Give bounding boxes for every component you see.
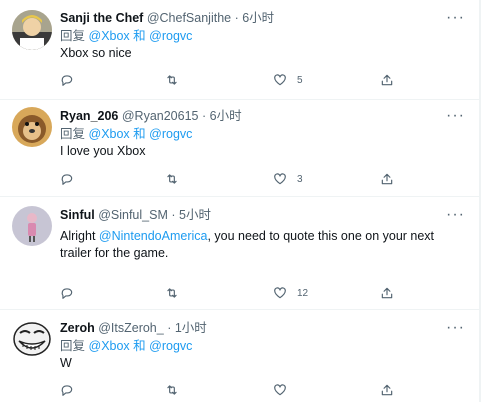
like-icon bbox=[274, 74, 286, 86]
like-button[interactable]: 12 bbox=[273, 285, 308, 301]
like-icon bbox=[274, 173, 286, 185]
share-button[interactable] bbox=[380, 72, 394, 88]
reply-prefix: 回复 bbox=[60, 127, 86, 141]
like-count: 12 bbox=[297, 287, 309, 299]
like-button[interactable]: 3 bbox=[273, 171, 303, 187]
mention-link[interactable]: @NintendoAmerica bbox=[99, 229, 208, 243]
action-bar: 5 bbox=[60, 72, 420, 88]
tweet-4[interactable]: Zeroh @ItsZeroh_ · 1小时 回复 @Xbox 和 @rogvc… bbox=[0, 310, 479, 402]
share-icon bbox=[381, 287, 393, 299]
avatar[interactable] bbox=[12, 107, 52, 147]
reply-icon bbox=[61, 174, 73, 185]
action-bar bbox=[60, 382, 420, 398]
like-button[interactable] bbox=[273, 382, 297, 398]
action-bar: 12 bbox=[60, 285, 420, 301]
share-icon bbox=[381, 74, 393, 86]
tweet-header: Sinful @Sinful_SM · 5小时 bbox=[60, 207, 467, 223]
reply-and: 和 bbox=[133, 127, 146, 141]
user-handle[interactable]: @Sinful_SM bbox=[98, 208, 168, 222]
action-bar: 3 bbox=[60, 171, 420, 187]
avatar[interactable] bbox=[12, 319, 52, 359]
mention-link[interactable]: @Xbox bbox=[89, 339, 130, 353]
reply-context: 回复 @Xbox 和 @rogvc bbox=[60, 126, 467, 142]
avatar-image bbox=[12, 319, 52, 359]
like-button[interactable]: 5 bbox=[273, 72, 303, 88]
separator-dot: · bbox=[171, 208, 176, 222]
mention-link[interactable]: @Xbox bbox=[89, 29, 130, 43]
retweet-icon bbox=[167, 385, 177, 395]
mention-link[interactable]: @Xbox bbox=[89, 127, 130, 141]
display-name[interactable]: Sanji the Chef bbox=[60, 11, 143, 25]
reply-button[interactable] bbox=[60, 382, 74, 398]
share-icon bbox=[381, 384, 393, 396]
share-button[interactable] bbox=[380, 171, 394, 187]
retweet-button[interactable] bbox=[165, 285, 179, 301]
tweet-text: Xbox so nice bbox=[60, 46, 132, 60]
share-button[interactable] bbox=[380, 285, 394, 301]
mention-link[interactable]: @rogvc bbox=[149, 127, 192, 141]
timestamp[interactable]: 6小时 bbox=[242, 11, 274, 25]
share-button[interactable] bbox=[380, 382, 394, 398]
avatar-image bbox=[12, 206, 52, 246]
tweet-text-prefix: Alright bbox=[60, 229, 99, 243]
like-count: 5 bbox=[297, 74, 303, 86]
retweet-button[interactable] bbox=[165, 171, 179, 187]
reply-icon bbox=[61, 75, 73, 86]
more-icon[interactable]: ··· bbox=[446, 320, 465, 336]
mention-link[interactable]: @rogvc bbox=[149, 29, 192, 43]
tweet-header: Zeroh @ItsZeroh_ · 1小时 bbox=[60, 320, 467, 336]
more-icon[interactable]: ··· bbox=[446, 10, 465, 26]
tweet-header: Sanji the Chef @ChefSanjithe · 6小时 bbox=[60, 10, 467, 26]
separator-dot: · bbox=[167, 321, 172, 335]
like-count: 3 bbox=[297, 173, 303, 185]
reply-icon bbox=[61, 385, 73, 396]
separator-dot: · bbox=[201, 109, 207, 123]
avatar-image bbox=[12, 107, 52, 147]
like-icon bbox=[274, 287, 286, 299]
display-name[interactable]: Sinful bbox=[60, 208, 95, 222]
timestamp[interactable]: 5小时 bbox=[179, 208, 211, 222]
tweet-header: Ryan_206 @Ryan20615 · 6小时 bbox=[60, 108, 467, 124]
share-icon bbox=[381, 173, 393, 185]
retweet-button[interactable] bbox=[165, 72, 179, 88]
reply-and: 和 bbox=[133, 29, 146, 43]
reply-button[interactable] bbox=[60, 72, 74, 88]
retweet-icon bbox=[167, 288, 177, 298]
reply-context: 回复 @Xbox 和 @rogvc bbox=[60, 28, 467, 44]
reply-context: 回复 @Xbox 和 @rogvc bbox=[60, 338, 467, 354]
tweet-2[interactable]: Ryan_206 @Ryan20615 · 6小时 回复 @Xbox 和 @ro… bbox=[0, 100, 479, 197]
reply-and: 和 bbox=[133, 339, 146, 353]
avatar[interactable] bbox=[12, 206, 52, 246]
reply-button[interactable] bbox=[60, 171, 74, 187]
tweet-text: I love you Xbox bbox=[60, 144, 146, 158]
retweet-icon bbox=[167, 75, 177, 85]
avatar-image bbox=[12, 10, 52, 50]
reply-prefix: 回复 bbox=[60, 339, 86, 353]
tweet-text: W bbox=[60, 356, 72, 370]
reply-button[interactable] bbox=[60, 285, 74, 301]
tweet-3[interactable]: Sinful @Sinful_SM · 5小时 Alright @Nintend… bbox=[0, 197, 479, 310]
avatar[interactable] bbox=[12, 10, 52, 50]
user-handle[interactable]: @ItsZeroh_ bbox=[98, 321, 164, 335]
user-handle[interactable]: @ChefSanjithe bbox=[147, 11, 231, 25]
tweet-1[interactable]: Sanji the Chef @ChefSanjithe · 6小时 回复 @X… bbox=[0, 0, 479, 100]
reply-icon bbox=[61, 288, 73, 299]
display-name[interactable]: Zeroh bbox=[60, 321, 95, 335]
reply-prefix: 回复 bbox=[60, 29, 86, 43]
mention-link[interactable]: @rogvc bbox=[149, 339, 192, 353]
retweet-button[interactable] bbox=[165, 382, 179, 398]
timestamp[interactable]: 1小时 bbox=[175, 321, 207, 335]
more-icon[interactable]: ··· bbox=[446, 207, 465, 223]
like-icon bbox=[274, 384, 286, 396]
display-name[interactable]: Ryan_206 bbox=[60, 109, 118, 123]
more-icon[interactable]: ··· bbox=[446, 108, 465, 124]
timestamp[interactable]: 6小时 bbox=[210, 109, 242, 123]
retweet-icon bbox=[167, 174, 177, 184]
user-handle[interactable]: @Ryan20615 bbox=[122, 109, 199, 123]
tweet-text: Alright @NintendoAmerica, you need to qu… bbox=[60, 228, 467, 262]
separator-dot: · bbox=[234, 11, 239, 25]
